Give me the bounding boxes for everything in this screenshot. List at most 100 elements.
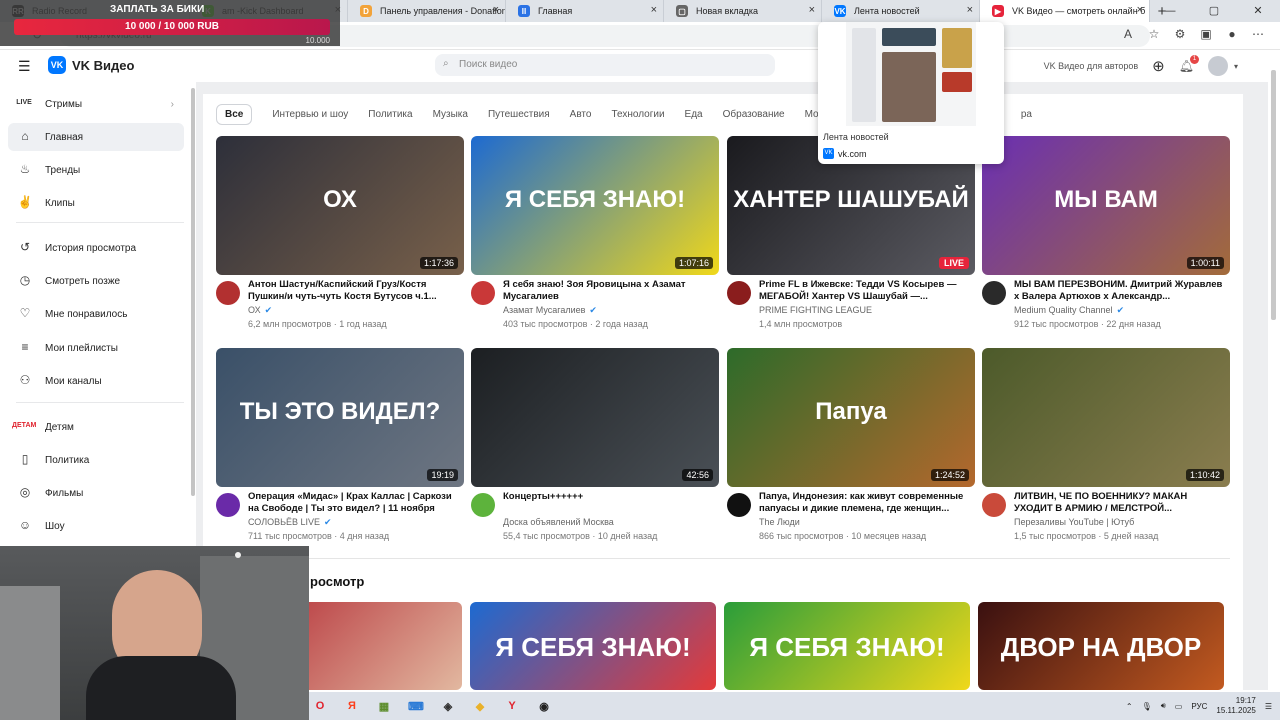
sidebar-item-history[interactable]: ↺ История просмотра	[8, 234, 184, 262]
maximize-button[interactable]: ▢	[1192, 0, 1236, 22]
notifications-bell-icon[interactable]: 🔔︎ 1	[1179, 55, 1199, 73]
category-chip[interactable]: Авто	[570, 109, 592, 120]
network-icon[interactable]: ▭	[1175, 702, 1183, 711]
keyboard-app-icon[interactable]: ⌨	[405, 696, 427, 716]
more-menu-icon[interactable]: ⋯	[1250, 27, 1266, 41]
category-chip[interactable]: ра	[1021, 109, 1032, 120]
category-chip[interactable]: Интервью и шоу	[272, 109, 348, 120]
category-chip[interactable]: Еда	[685, 109, 703, 120]
video-title[interactable]: ЛИТВИН, ЧЕ ПО ВОЕННИКУ? МАКАН УХОДИТ В А…	[1014, 491, 1228, 515]
channel-avatar[interactable]	[216, 281, 240, 305]
channel-avatar[interactable]	[216, 493, 240, 517]
video-title[interactable]: Папуа, Индонезия: как живут современные …	[759, 491, 973, 515]
read-aloud-icon[interactable]: A	[1120, 27, 1136, 41]
microphone-icon[interactable]: 🎙︎	[1142, 702, 1152, 711]
browser-tab[interactable]: ▶ VK Видео — смотреть онлайн б ×	[980, 0, 1150, 22]
browser-tab[interactable]: ▢ Новая вкладка ×	[664, 0, 822, 22]
category-chip[interactable]: Политика	[368, 109, 412, 120]
game-icon[interactable]: ◆	[469, 696, 491, 716]
tab-close-icon[interactable]: ×	[967, 4, 973, 16]
profile-icon[interactable]: ●	[1224, 27, 1240, 41]
video-card[interactable]: Я СЕБЯ ЗНАЮ! 1:07:16 Я себя знаю! Зоя Яров…	[471, 136, 719, 335]
video-card[interactable]: ТЫ ЭТО ВИДЕЛ? 19:19 Операция «Мидас» | Кра…	[216, 348, 464, 547]
clock[interactable]: 19:17 15.11.2025	[1216, 696, 1255, 716]
video-title[interactable]: Я себя знаю! Зоя Яровицына х Азамат Муса…	[503, 279, 717, 303]
tab-close-icon[interactable]: ×	[1137, 4, 1143, 16]
menu-burger-icon[interactable]: ☰	[18, 58, 31, 75]
obs-icon[interactable]: ◉	[533, 696, 555, 716]
channel-name[interactable]: СОЛОВЬЁВ LIVE ✔	[248, 517, 332, 528]
channel-avatar[interactable]	[982, 281, 1006, 305]
vk-video-logo[interactable]: VK VK Видео	[48, 56, 134, 74]
channel-avatar[interactable]	[471, 493, 495, 517]
tab-close-icon[interactable]: ×	[651, 4, 657, 16]
video-title[interactable]: Prime FL в Ижевске: Тедди VS Косырев — М…	[759, 279, 973, 303]
sidebar-item-channels[interactable]: ⚇ Мои каналы	[8, 367, 184, 395]
upload-plus-icon[interactable]: ⊕	[1152, 57, 1165, 75]
channel-name[interactable]: The Люди	[759, 517, 800, 527]
close-window-button[interactable]: ✕	[1236, 0, 1280, 22]
notifications-icon[interactable]: ☰	[1265, 702, 1272, 711]
browser-tab[interactable]: II Главная ×	[506, 0, 664, 22]
video-thumbnail[interactable]: Папуа 1:24:52	[727, 348, 975, 487]
video-card[interactable]: Папуа 1:24:52 Папуа, Индонезия: как живут …	[727, 348, 975, 547]
page-scrollbar[interactable]	[1271, 70, 1276, 320]
video-card[interactable]: 1:10:42 ЛИТВИН, ЧЕ ПО ВОЕННИКУ? МАКАН УХО…	[982, 348, 1230, 547]
channel-name[interactable]: Азамат Мусагалиев ✔	[503, 305, 597, 316]
category-chip[interactable]: Все	[216, 104, 253, 125]
search-input[interactable]: ⌕ Поиск видео	[435, 54, 775, 76]
collections-icon[interactable]: ▣	[1198, 27, 1214, 41]
channel-avatar[interactable]	[727, 493, 751, 517]
sidebar-item-live[interactable]: LIVE Стримы ›	[8, 90, 184, 118]
sidebar-item-playlist[interactable]: ≡ Мои плейлисты	[8, 334, 184, 362]
sidebar-item-heart[interactable]: ♡ Мне понравилось	[8, 300, 184, 328]
channel-name[interactable]: Перезаливы YouTube | Ютуб	[1014, 517, 1134, 527]
minimize-button[interactable]: —	[1148, 0, 1192, 22]
video-title[interactable]: Антон Шастун/Каспийский Груз/Костя Пушки…	[248, 279, 462, 303]
video-thumbnail[interactable]: ТЫ ЭТО ВИДЕЛ? 19:19	[216, 348, 464, 487]
channel-avatar[interactable]	[727, 281, 751, 305]
browser-tab[interactable]: D Панель управления - DonationA ×	[348, 0, 506, 22]
sidebar-item-show[interactable]: ☺ Шоу	[8, 512, 184, 540]
sidebar-item-clips[interactable]: ✌ Клипы	[8, 189, 184, 217]
video-title[interactable]: Операция «Мидас» | Крах Каллас | Саркози…	[248, 491, 462, 515]
authors-link[interactable]: VK Видео для авторов	[1044, 61, 1139, 71]
favorite-star-icon[interactable]: ☆	[1146, 27, 1162, 41]
sidebar-item-film[interactable]: ◎ Фильмы	[8, 479, 184, 507]
extensions-icon[interactable]: ⚙	[1172, 27, 1188, 41]
language-indicator[interactable]: РУС	[1191, 702, 1207, 711]
category-chip[interactable]: Музыка	[433, 109, 468, 120]
yandex-browser-icon[interactable]: Y	[501, 696, 523, 716]
channel-name[interactable]: PRIME FIGHTING LEAGUE	[759, 305, 872, 315]
tray-chevron-icon[interactable]: ⌃	[1126, 702, 1133, 711]
category-chip[interactable]: Путешествия	[488, 109, 550, 120]
channel-avatar[interactable]	[471, 281, 495, 305]
sidebar-item-book[interactable]: ▯ Политика	[8, 446, 184, 474]
video-thumbnail[interactable]: Я СЕБЯ ЗНАЮ!	[724, 602, 970, 690]
volume-icon[interactable]: 🔊︎	[1161, 701, 1166, 711]
video-card[interactable]: 42:56 Концерты++++++ Доска объявлений Моск…	[471, 348, 719, 547]
video-thumbnail[interactable]: МЫ ВАМ 1:00:11	[982, 136, 1230, 275]
minecraft-icon[interactable]: ▦	[373, 696, 395, 716]
yandex-icon[interactable]: Я	[341, 696, 363, 716]
browser-tab[interactable]: VK Лента новостей ×	[822, 0, 980, 22]
video-thumbnail[interactable]: Я СЕБЯ ЗНАЮ!	[470, 602, 716, 690]
channel-name[interactable]: Medium Quality Channel ✔	[1014, 305, 1124, 316]
video-thumbnail[interactable]: ДВОР НА ДВОР	[978, 602, 1224, 690]
chevron-down-icon[interactable]: ▾	[1234, 62, 1238, 71]
video-card[interactable]: МЫ ВАМ 1:00:11 МЫ ВАМ ПЕРЕЗВОНИМ. Дмитрий …	[982, 136, 1230, 335]
user-avatar[interactable]	[1207, 56, 1228, 76]
steam-like-icon[interactable]: ◈	[437, 696, 459, 716]
channel-name[interactable]: ОХ ✔	[248, 305, 272, 316]
video-card[interactable]: ОХ 1:17:36 Антон Шастун/Каспийский Груз/Ко…	[216, 136, 464, 335]
sidebar-item-flame[interactable]: ♨ Тренды	[8, 156, 184, 184]
video-thumbnail[interactable]: 42:56	[471, 348, 719, 487]
video-thumbnail[interactable]: 1:10:42	[982, 348, 1230, 487]
tab-close-icon[interactable]: ×	[493, 4, 499, 16]
channel-avatar[interactable]	[982, 493, 1006, 517]
category-chip[interactable]: Технологии	[611, 109, 664, 120]
video-title[interactable]: МЫ ВАМ ПЕРЕЗВОНИМ. Дмитрий Журавлев х Ва…	[1014, 279, 1228, 303]
sidebar-item-home[interactable]: ⌂ Главная	[8, 123, 184, 151]
video-thumbnail[interactable]: ОХ 1:17:36	[216, 136, 464, 275]
category-chip[interactable]: Образование	[723, 109, 785, 120]
